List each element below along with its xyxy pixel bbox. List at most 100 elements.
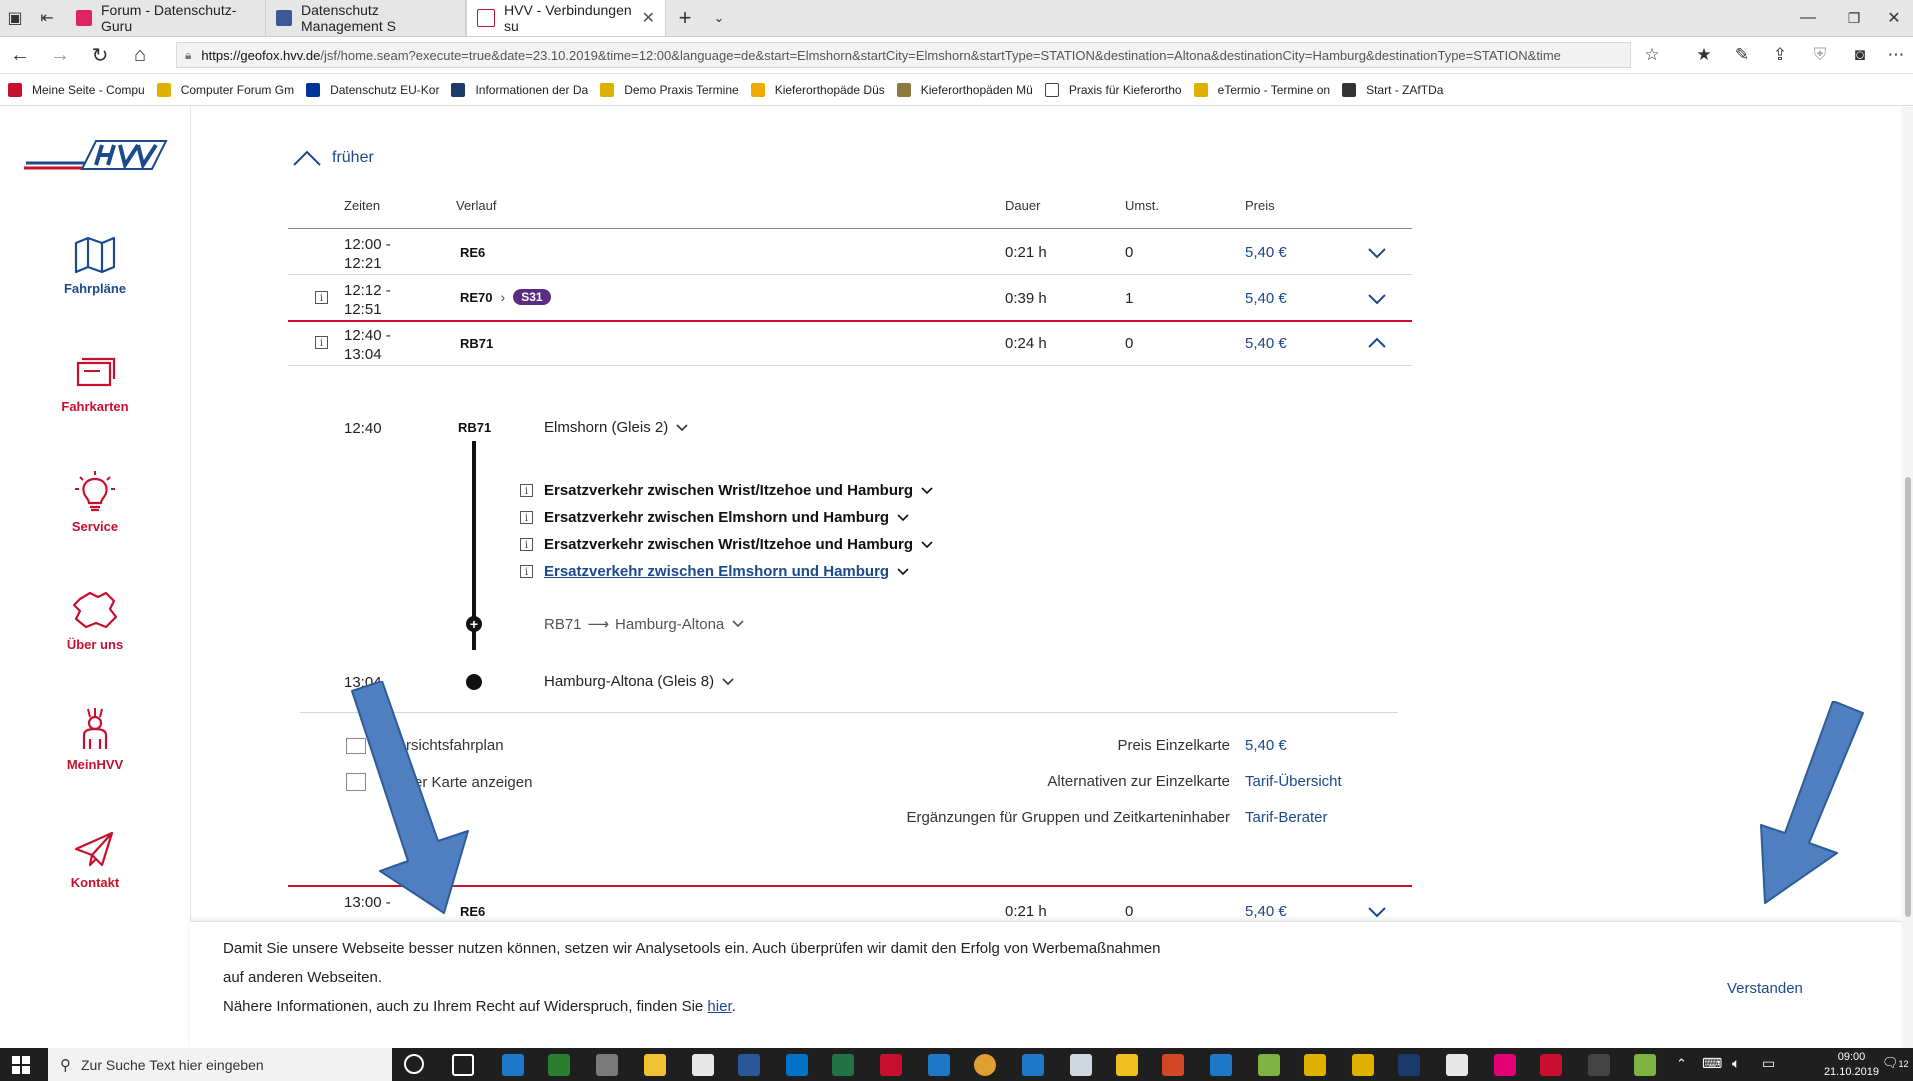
tab-list-chevron-icon[interactable]: ⌄ (702, 0, 736, 36)
favorite-item[interactable]: eTermio - Termine on (1193, 82, 1330, 97)
page-scrollbar[interactable] (1901, 107, 1913, 1048)
security-app-icon[interactable] (1588, 1054, 1610, 1076)
minimize-icon[interactable]: — (1788, 0, 1828, 36)
cloud-app-icon[interactable] (1070, 1054, 1092, 1076)
chevron-up-icon[interactable] (1367, 337, 1387, 349)
favorite-star-icon[interactable]: ☆ (1634, 37, 1670, 73)
info-icon[interactable]: i (315, 291, 328, 304)
restore-icon[interactable]: ❐ (1834, 0, 1874, 36)
windows-start-icon[interactable] (12, 1056, 30, 1074)
favorite-item[interactable]: Meine Seite - Compu (8, 82, 145, 97)
telekom-icon[interactable] (1494, 1054, 1516, 1076)
favorite-item[interactable]: Kieferorthopäde Düs (750, 82, 885, 97)
kieferortho-app-icon[interactable] (1446, 1054, 1468, 1076)
task-view-icon[interactable] (452, 1054, 474, 1076)
info-icon[interactable]: i (315, 336, 328, 349)
direction-info[interactable]: RB71 ⟶ Hamburg-Altona (544, 615, 744, 633)
close-window-icon[interactable]: ✕ (1876, 0, 1912, 36)
tab-datenschutz[interactable]: Datenschutz Management S (266, 0, 466, 36)
keyboard-icon[interactable]: ▭ (1762, 1055, 1775, 1072)
word-icon[interactable] (738, 1054, 760, 1076)
sidebar-item-fahrplaene[interactable]: Fahrpläne (0, 235, 190, 296)
app-window-icon[interactable] (928, 1054, 950, 1076)
connection-row[interactable]: i 12:12 - 12:51 RE70 › S31 0:39 h 1 5,40 … (288, 275, 1412, 320)
mail-icon[interactable] (692, 1054, 714, 1076)
favorite-item[interactable]: Kieferorthopäden Mü (896, 82, 1033, 97)
powerpoint-icon[interactable] (1162, 1054, 1184, 1076)
favorite-item[interactable]: Praxis für Kieferortho (1044, 82, 1182, 97)
share-icon[interactable]: ⇪ (1762, 37, 1798, 73)
notice-text-hovered[interactable]: Ersatzverkehr zwischen Elmshorn und Hamb… (544, 563, 889, 580)
forward-icon[interactable]: → (40, 37, 80, 73)
etermio-app-icon[interactable] (1304, 1054, 1326, 1076)
chevron-down-icon[interactable] (1367, 293, 1387, 305)
hvv-logo[interactable] (22, 137, 168, 178)
app-window2-icon[interactable] (1022, 1054, 1044, 1076)
favorite-item[interactable]: Demo Praxis Termine (600, 82, 739, 97)
taskbar-clock[interactable]: 09:00 21.10.2019 (1824, 1050, 1879, 1080)
tab-actions-icon[interactable]: ▣ (0, 0, 30, 36)
cortana-icon[interactable] (404, 1054, 424, 1074)
sidebar-item-service[interactable]: Service (0, 469, 190, 534)
favorite-item[interactable]: Computer Forum Gm (156, 82, 294, 97)
scrollbar-thumb[interactable] (1905, 477, 1911, 917)
outlook-icon[interactable] (786, 1054, 808, 1076)
pocket-icon[interactable]: ◙ (1842, 37, 1878, 73)
edge-icon[interactable] (502, 1054, 524, 1076)
notice-item[interactable]: i Ersatzverkehr zwischen Wrist/Itzehoe u… (520, 477, 933, 504)
chevron-down-icon[interactable] (1367, 247, 1387, 259)
sc-app-icon[interactable] (1398, 1054, 1420, 1076)
home-icon[interactable]: ⌂ (120, 37, 160, 73)
price[interactable]: 5,40 € (1245, 290, 1287, 307)
connection-row-expanded[interactable]: i 12:40 - 13:04 RB71 0:24 h 0 5,40 € (288, 322, 1412, 365)
accept-cookies-button[interactable]: Verstanden (1727, 980, 1803, 997)
notification-center-icon[interactable]: 🗨︎12 (1882, 1055, 1909, 1071)
notes-app-icon[interactable] (1116, 1054, 1138, 1076)
more-menu-icon[interactable]: ⋯ (1878, 37, 1913, 73)
kfo-app-icon[interactable] (1540, 1054, 1562, 1076)
notice-item[interactable]: i Ersatzverkehr zwischen Elmshorn und Ha… (520, 504, 933, 531)
volume-icon[interactable]: 🔈︎ (1732, 1055, 1740, 1072)
chart-app2-icon[interactable] (1634, 1054, 1656, 1076)
sidebar-item-kontakt[interactable]: Kontakt (0, 829, 190, 890)
chrome-icon[interactable] (974, 1054, 996, 1076)
earlier-link[interactable]: früher (292, 149, 374, 167)
notice-item[interactable]: i Ersatzverkehr zwischen Wrist/Itzehoe u… (520, 531, 933, 558)
tab-forum[interactable]: Forum - Datenschutz-Guru (66, 0, 266, 36)
privacy-link[interactable]: hier (707, 998, 731, 1015)
url-input[interactable]: 🔒︎ https://geofox.hvv.de/jsf/home.seam?e… (176, 42, 1631, 68)
tray-chevron-up-icon[interactable]: ⌃ (1676, 1056, 1687, 1072)
etermio-app2-icon[interactable] (1352, 1054, 1374, 1076)
chevron-down-icon[interactable] (1367, 906, 1387, 918)
back-icon[interactable]: ← (0, 37, 40, 73)
connection-row[interactable]: 12:00 - 12:21 RE6 0:21 h 0 5,40 € (288, 229, 1412, 274)
network-icon[interactable]: ⌨ (1702, 1055, 1722, 1072)
favorite-item[interactable]: Datenschutz EU-Kor (306, 82, 439, 97)
departure-stop[interactable]: Elmshorn (Gleis 2) (544, 419, 688, 436)
excel-icon[interactable] (832, 1054, 854, 1076)
tab-hvv[interactable]: HVV - Verbindungen su ✕ (466, 0, 666, 36)
price[interactable]: 5,40 € (1245, 903, 1287, 920)
sidebar-item-ueber-uns[interactable]: Über uns (0, 589, 190, 652)
price[interactable]: 5,40 € (1245, 335, 1287, 352)
sidebar-item-meinhvv[interactable]: MeinHVV (0, 707, 190, 772)
store-icon[interactable] (548, 1054, 570, 1076)
app-blue-icon[interactable] (1210, 1054, 1232, 1076)
set-aside-tabs-icon[interactable]: ⇤ (30, 0, 64, 36)
new-tab-icon[interactable]: + (668, 0, 702, 36)
close-tab-icon[interactable]: ✕ (642, 8, 655, 28)
notice-item[interactable]: i Ersatzverkehr zwischen Elmshorn und Ha… (520, 558, 933, 585)
price[interactable]: 5,40 € (1245, 244, 1287, 261)
favorites-hub-icon[interactable]: ★ (1686, 37, 1722, 73)
arrival-stop[interactable]: Hamburg-Altona (Gleis 8) (544, 673, 734, 690)
favorite-item[interactable]: Start - ZAfTDa (1342, 82, 1443, 97)
chart-app-icon[interactable] (1258, 1054, 1280, 1076)
sidebar-item-fahrkarten[interactable]: Fahrkarten (0, 355, 190, 414)
refresh-icon[interactable]: ↻ (80, 37, 120, 73)
taskbar-search-input[interactable]: ⚲ Zur Suche Text hier eingeben (48, 1048, 392, 1081)
extension-icon[interactable]: ⛨ (1802, 37, 1838, 73)
pen-icon[interactable]: ✎ (1724, 37, 1760, 73)
favorite-item[interactable]: Informationen der Da (451, 82, 588, 97)
explorer-icon[interactable] (644, 1054, 666, 1076)
calculator-icon[interactable] (596, 1054, 618, 1076)
